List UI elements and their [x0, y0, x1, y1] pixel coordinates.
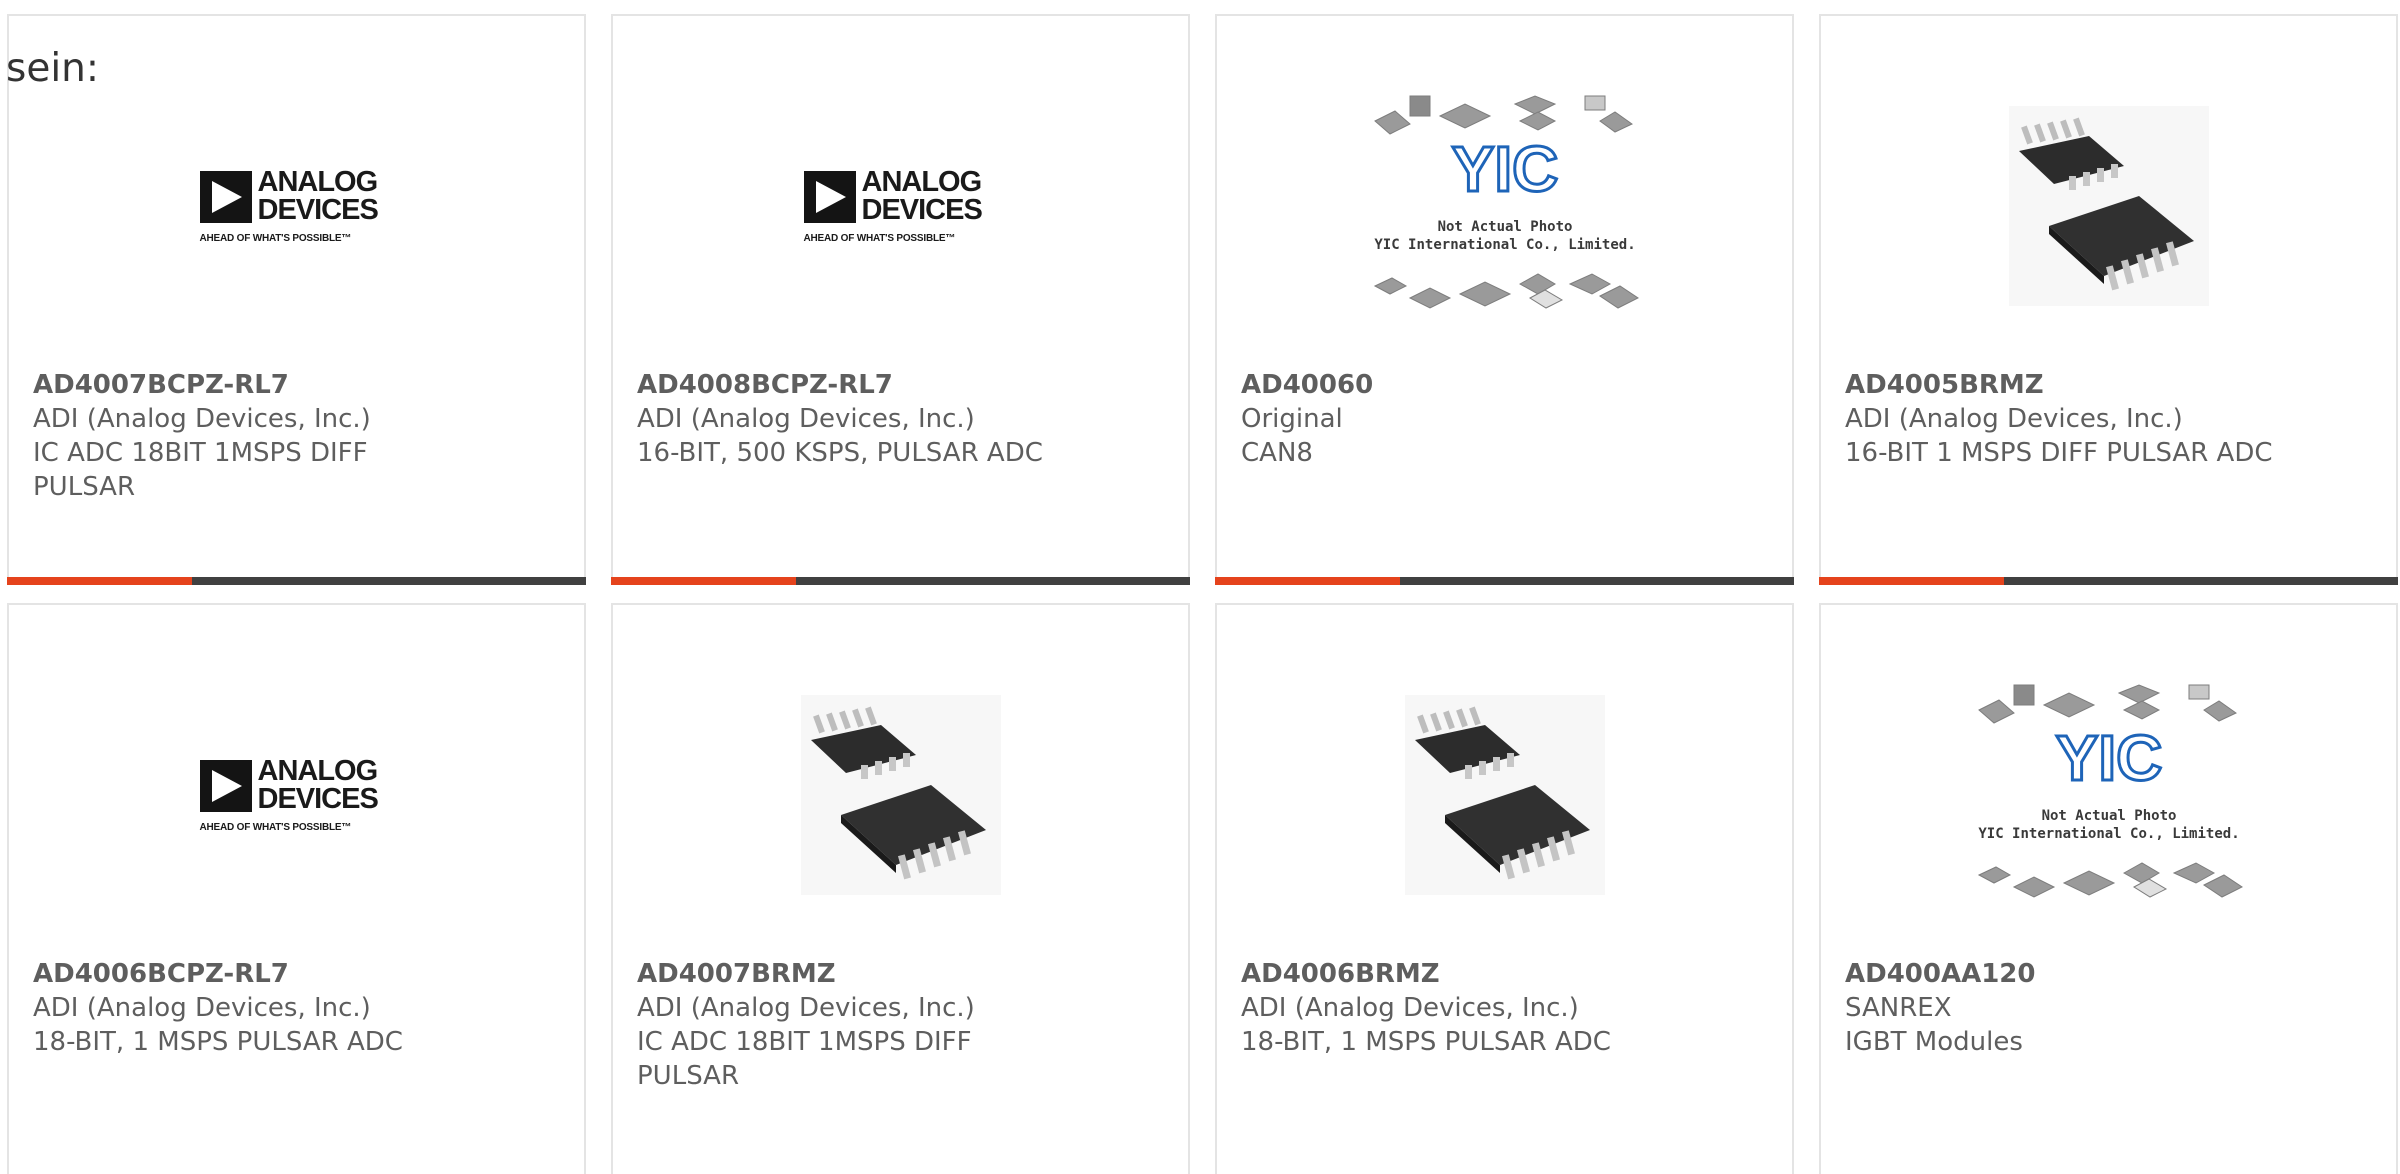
msop-chip-photo [2008, 106, 2209, 306]
product-image[interactable]: ANALOG DEVICES AHEAD OF WHAT'S POSSIBLE™ [9, 665, 584, 925]
product-image[interactable] [1821, 76, 2396, 336]
msop-chip-photo [800, 695, 1001, 895]
description: 18-BIT, 1 MSPS PULSAR ADC [1241, 1027, 1611, 1057]
svg-text:YIC International Co., Limited: YIC International Co., Limited. [1374, 237, 1635, 253]
description: IGBT Modules [1845, 1027, 2023, 1057]
part-number[interactable]: AD400AA120 [1845, 957, 2376, 991]
product-grid: ANALOG DEVICES AHEAD OF WHAT'S POSSIBLE™… [0, 0, 2400, 1174]
description: 16-BIT, 500 KSPS, PULSAR ADC [637, 438, 1043, 468]
svg-text:Not Actual Photo: Not Actual Photo [2041, 808, 2176, 824]
svg-text:Not Actual Photo: Not Actual Photo [1437, 219, 1572, 235]
product-card[interactable]: AD4007BRMZ ADI (Analog Devices, Inc.) IC… [611, 603, 1190, 1174]
part-number[interactable]: AD4005BRMZ [1845, 368, 2376, 402]
msop-chip-photo [1404, 695, 1605, 895]
description: CAN8 [1241, 438, 1313, 468]
part-number[interactable]: AD4008BCPZ-RL7 [637, 368, 1168, 402]
product-card[interactable]: YIC Not Actual Photo YIC International C… [1215, 14, 1794, 585]
svg-text:YIC: YIC [2055, 722, 2162, 794]
svg-text:YIC: YIC [1451, 133, 1558, 205]
analog-devices-logo: ANALOG DEVICES AHEAD OF WHAT'S POSSIBLE™ [199, 166, 379, 244]
part-number[interactable]: AD4007BRMZ [637, 957, 1168, 991]
product-card[interactable]: ANALOG DEVICES AHEAD OF WHAT'S POSSIBLE™… [7, 603, 586, 1174]
description-cont: PULSAR [33, 472, 136, 502]
description: IC ADC 18BIT 1MSPS DIFF [33, 438, 368, 468]
card-bar [7, 577, 586, 585]
manufacturer: ADI (Analog Devices, Inc.) [33, 404, 371, 434]
analog-devices-logo: ANALOG DEVICES AHEAD OF WHAT'S POSSIBLE™ [199, 755, 379, 833]
description-cont: PULSAR [637, 1061, 740, 1091]
play-triangle-icon [199, 760, 252, 812]
manufacturer: ADI (Analog Devices, Inc.) [1845, 404, 2183, 434]
product-image[interactable] [613, 665, 1188, 925]
card-bar [1215, 577, 1794, 585]
play-triangle-icon [199, 171, 252, 223]
product-card[interactable]: AD4006BRMZ ADI (Analog Devices, Inc.) 18… [1215, 603, 1794, 1174]
product-image[interactable]: ANALOG DEVICES AHEAD OF WHAT'S POSSIBLE™ [613, 76, 1188, 336]
product-image[interactable]: ANALOG DEVICES AHEAD OF WHAT'S POSSIBLE™ [9, 76, 584, 336]
card-bar [611, 577, 1190, 585]
manufacturer: ADI (Analog Devices, Inc.) [33, 993, 371, 1023]
part-number[interactable]: AD4007BCPZ-RL7 [33, 368, 564, 402]
product-card[interactable]: ANALOG DEVICES AHEAD OF WHAT'S POSSIBLE™… [611, 14, 1190, 585]
description: 16-BIT 1 MSPS DIFF PULSAR ADC [1845, 438, 2273, 468]
part-number[interactable]: AD4006BRMZ [1241, 957, 1772, 991]
manufacturer: ADI (Analog Devices, Inc.) [1241, 993, 1579, 1023]
manufacturer: ADI (Analog Devices, Inc.) [637, 993, 975, 1023]
manufacturer: Original [1241, 404, 1343, 434]
yic-placeholder-image: YIC Not Actual Photo YIC International C… [1977, 684, 2243, 898]
yic-placeholder-image: YIC Not Actual Photo YIC International C… [1373, 95, 1639, 309]
product-image[interactable] [1217, 665, 1792, 925]
product-image[interactable]: YIC Not Actual Photo YIC International C… [1821, 665, 2396, 925]
part-number[interactable]: AD40060 [1241, 368, 1772, 402]
play-triangle-icon [803, 171, 856, 223]
product-card[interactable]: ANALOG DEVICES AHEAD OF WHAT'S POSSIBLE™… [7, 14, 586, 585]
description: IC ADC 18BIT 1MSPS DIFF [637, 1027, 972, 1057]
manufacturer: SANREX [1845, 993, 1952, 1023]
lead-text: sein: [6, 46, 100, 91]
analog-devices-logo: ANALOG DEVICES AHEAD OF WHAT'S POSSIBLE™ [803, 166, 983, 244]
description: 18-BIT, 1 MSPS PULSAR ADC [33, 1027, 403, 1057]
product-card[interactable]: AD4005BRMZ ADI (Analog Devices, Inc.) 16… [1819, 14, 2398, 585]
product-card[interactable]: YIC Not Actual Photo YIC International C… [1819, 603, 2398, 1174]
svg-text:YIC International Co., Limited: YIC International Co., Limited. [1978, 826, 2239, 842]
manufacturer: ADI (Analog Devices, Inc.) [637, 404, 975, 434]
product-image[interactable]: YIC Not Actual Photo YIC International C… [1217, 76, 1792, 336]
card-bar [1819, 577, 2398, 585]
part-number[interactable]: AD4006BCPZ-RL7 [33, 957, 564, 991]
